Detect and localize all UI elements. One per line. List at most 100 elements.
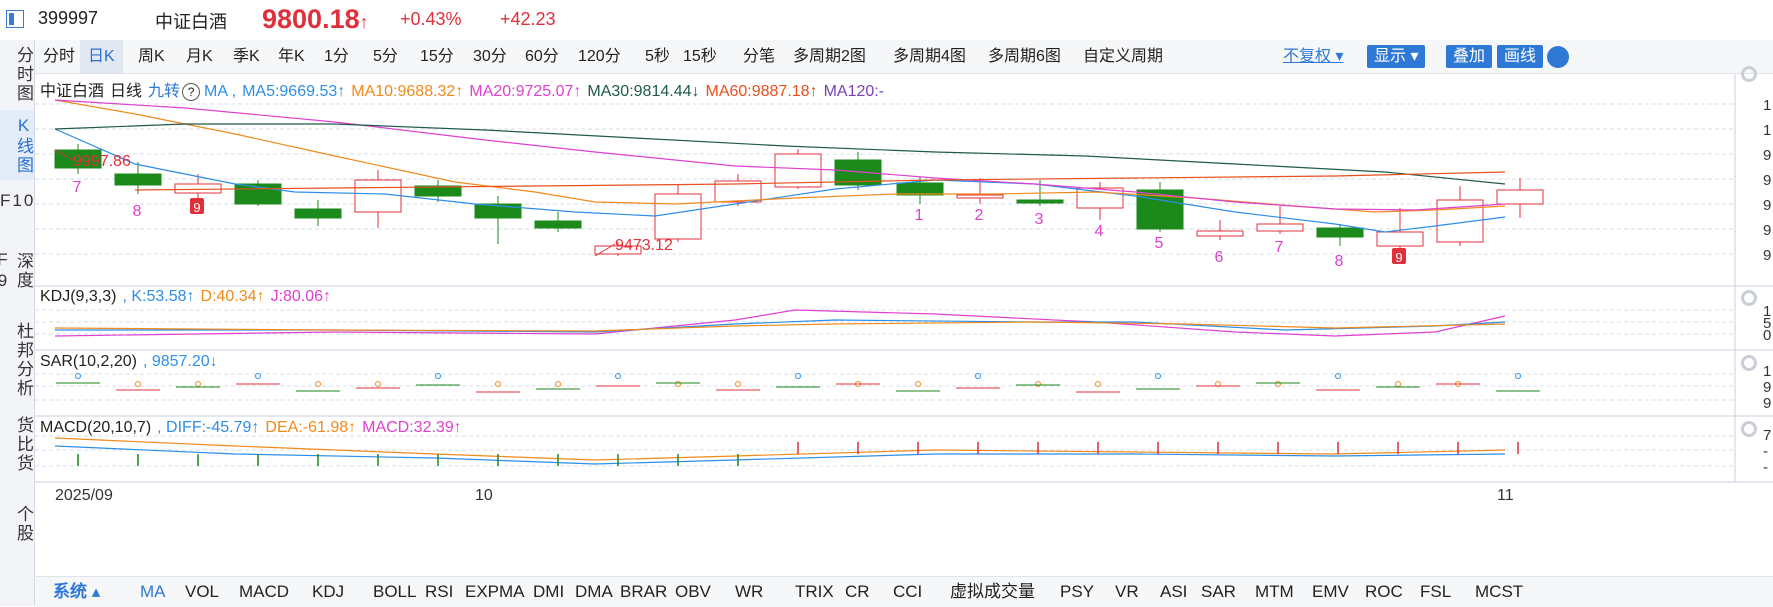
nine-turn-label: 8	[1335, 253, 1344, 270]
axis-label-sar: 9	[1763, 395, 1771, 412]
indicator-tab-cr[interactable]: CR	[845, 577, 870, 607]
period-tab-9[interactable]: 30分	[465, 40, 515, 73]
period-tab-3[interactable]: 月K	[178, 40, 221, 73]
rail-item-dupont[interactable]: 杜邦分析	[0, 316, 34, 404]
rail-item-compare[interactable]: 货比货	[0, 410, 34, 478]
overlay-button[interactable]: 叠加	[1446, 45, 1493, 68]
sar-legend: SAR(10,2,20) , 9857.20↓	[40, 353, 224, 371]
macd-gear-icon[interactable]	[1741, 421, 1757, 437]
indicator-tab-dma[interactable]: DMA	[575, 577, 613, 607]
candle-body	[1196, 230, 1244, 237]
rail-item-depth-f9[interactable]: 深度F9	[0, 236, 34, 306]
rail-item-f10[interactable]: F10	[0, 186, 34, 238]
candle-body	[1316, 227, 1364, 238]
indicator-tab-mcst[interactable]: MCST	[1475, 577, 1523, 607]
period-tab-0[interactable]: 分时	[35, 40, 83, 73]
indicator-tab-dmi[interactable]: DMI	[533, 577, 564, 607]
indicator-tab-rsi[interactable]: RSI	[425, 577, 453, 607]
period-tab-16[interactable]: 多周期4图	[885, 40, 974, 73]
kdj-name: KDJ(9,3,3)	[40, 288, 117, 305]
kdj-d: D:40.34↑	[200, 288, 265, 305]
sar-dot	[555, 381, 561, 387]
indicator-tab-emv[interactable]: EMV	[1312, 577, 1349, 607]
legend-title: 中证白酒	[40, 83, 105, 100]
period-tab-13[interactable]: 15秒	[675, 40, 725, 73]
axis-label-sar: 9	[1763, 379, 1771, 396]
indicator-tab-obv[interactable]: OBV	[675, 577, 711, 607]
indicator-tab-ma[interactable]: MA	[140, 577, 166, 607]
period-tab-8[interactable]: 15分	[412, 40, 462, 73]
chart-svg: 11999991501997--9997.869473.1278 9 1 2 34567…	[35, 74, 1773, 504]
kdj-gear-icon[interactable]	[1741, 290, 1757, 306]
kdj-j-line	[54, 309, 1506, 337]
sar-dot	[675, 381, 681, 387]
nine-turn-label: 8	[133, 203, 142, 220]
indicator-tab-macd[interactable]: MACD	[239, 577, 289, 607]
period-tab-5[interactable]: 年K	[270, 40, 313, 73]
indicator-tab-vr[interactable]: VR	[1115, 577, 1139, 607]
indicator-tab-roc[interactable]: ROC	[1365, 577, 1403, 607]
system-dropdown[interactable]: 系统 ▴	[53, 577, 100, 607]
period-tab-14[interactable]: 分笔	[735, 40, 783, 73]
nine-turn-label: 7	[1275, 239, 1284, 256]
candle-body	[354, 179, 402, 213]
low-price-label: 9473.12	[615, 237, 673, 254]
period-tab-12[interactable]: 5秒	[637, 40, 678, 73]
rail-item-kline[interactable]: K线图	[0, 110, 34, 180]
indicator-tab-cci[interactable]: CCI	[893, 577, 922, 607]
period-tab-1[interactable]: 日K	[80, 40, 123, 73]
indicator-tab-vol[interactable]: VOL	[185, 577, 219, 607]
indicator-tab-kdj[interactable]: KDJ	[312, 577, 344, 607]
indicator-tab-sar[interactable]: SAR	[1201, 577, 1236, 607]
indicator-tab-虚拟成交量[interactable]: 虚拟成交量	[950, 577, 1035, 607]
refresh-icon[interactable]	[1547, 46, 1569, 68]
sar-dot	[135, 381, 141, 387]
indicator-tab-asi[interactable]: ASI	[1160, 577, 1187, 607]
show-button[interactable]: 显示 ▾	[1367, 45, 1426, 68]
macd-dea: DEA:-61.98↑	[265, 419, 357, 436]
period-tab-6[interactable]: 1分	[316, 40, 357, 73]
draw-line-button[interactable]: 画线	[1497, 45, 1544, 68]
indicator-tab-mtm[interactable]: MTM	[1255, 577, 1294, 607]
help-icon[interactable]: ?	[182, 83, 201, 101]
axis-label-main: 9	[1763, 147, 1771, 164]
legend-ma30: MA30:9814.44↓	[587, 83, 700, 100]
rail-item-stock[interactable]: 个股	[0, 484, 34, 564]
macd-macd: MACD:32.39↑	[362, 419, 462, 436]
indicator-tab-brar[interactable]: BRAR	[620, 577, 667, 607]
sidebar-toggle-icon[interactable]	[6, 10, 24, 28]
axis-label-main: 1	[1763, 97, 1771, 114]
indicator-bar: 系统 ▴ MA VOL MACD KDJ BOLL RSI EXPMA DMI DMA BRAR OB…	[35, 576, 1773, 607]
candle-body	[114, 173, 162, 186]
rail-item-timeshare[interactable]: 分时图	[0, 40, 34, 108]
main-gear-icon[interactable]	[1741, 66, 1757, 82]
axis-label-main: 9	[1763, 247, 1771, 264]
sar-name: SAR(10,2,20)	[40, 353, 137, 370]
period-tab-15[interactable]: 多周期2图	[785, 40, 874, 73]
kdj-k: , K:53.58↑	[122, 288, 195, 305]
legend-jiuzhuan[interactable]: 九转	[148, 83, 180, 100]
indicator-tab-boll[interactable]: BOLL	[373, 577, 416, 607]
axis-label-macd: -	[1763, 443, 1768, 460]
sar-dot	[1275, 381, 1281, 387]
period-tab-2[interactable]: 周K	[130, 40, 173, 73]
sar-dot	[435, 373, 441, 379]
change-value: +42.23	[500, 9, 556, 29]
period-tab-7[interactable]: 5分	[365, 40, 406, 73]
indicator-tab-psy[interactable]: PSY	[1060, 577, 1094, 607]
period-tab-18[interactable]: 自定义周期	[1075, 40, 1171, 73]
xaxis-label-start: 2025/09	[55, 487, 113, 504]
period-tab-11[interactable]: 120分	[570, 40, 629, 73]
nine-turn-label: 3	[1035, 211, 1044, 228]
indicator-tab-expma[interactable]: EXPMA	[465, 577, 525, 607]
period-tab-17[interactable]: 多周期6图	[980, 40, 1069, 73]
period-tab-10[interactable]: 60分	[517, 40, 567, 73]
indicator-tab-wr[interactable]: WR	[735, 577, 763, 607]
sar-gear-icon[interactable]	[1741, 355, 1757, 371]
candle-body	[896, 182, 944, 196]
period-tab-4[interactable]: 季K	[225, 40, 268, 73]
fuquan-dropdown[interactable]: 不复权 ▾	[1275, 40, 1351, 73]
nine-turn-label: 6	[1215, 249, 1224, 266]
indicator-tab-trix[interactable]: TRIX	[795, 577, 834, 607]
indicator-tab-fsl[interactable]: FSL	[1420, 577, 1451, 607]
